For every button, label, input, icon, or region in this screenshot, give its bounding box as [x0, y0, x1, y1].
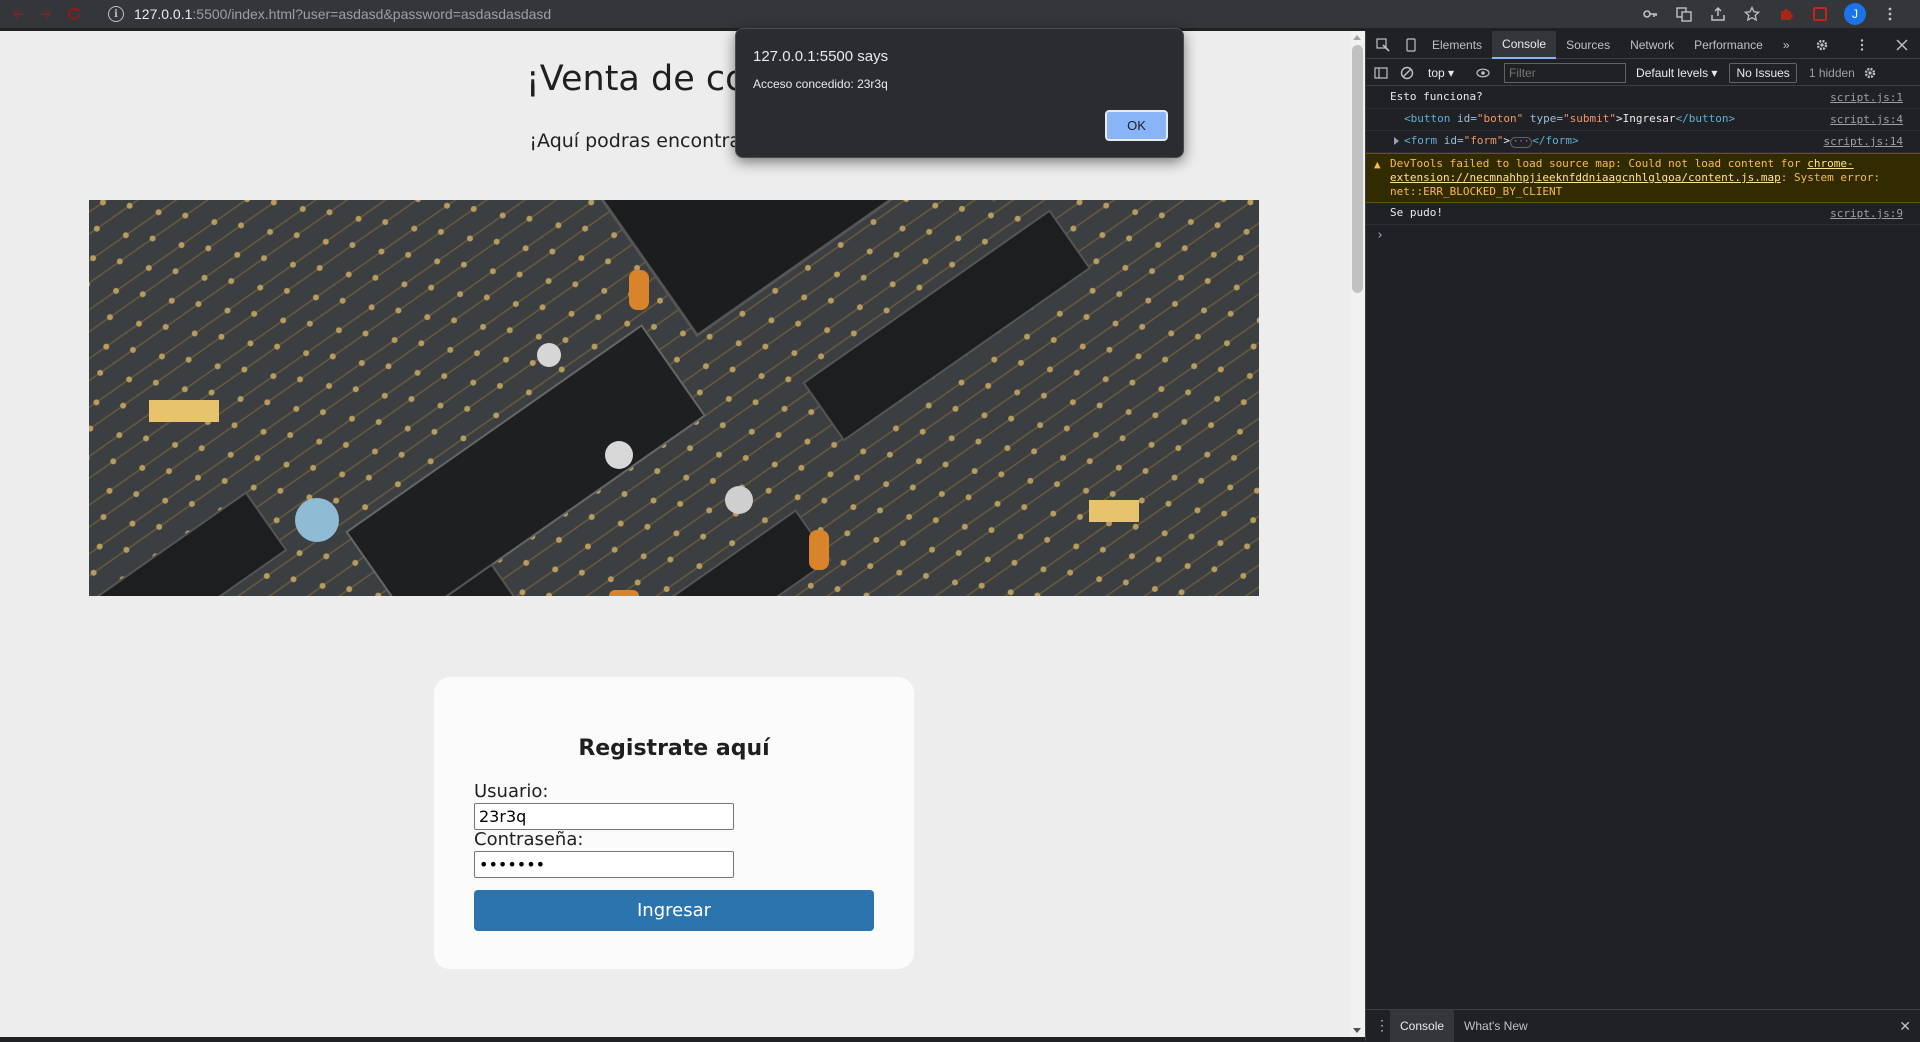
- warning-icon: ▲: [1374, 158, 1381, 171]
- dialog-title: 127.0.0.1:5500 says: [753, 48, 889, 65]
- console-settings-gear-icon[interactable]: [1859, 62, 1881, 84]
- profile-avatar[interactable]: J: [1844, 3, 1866, 25]
- expand-caret-icon[interactable]: [1394, 137, 1399, 145]
- password-label: Contraseña:: [474, 829, 584, 850]
- context-value: top: [1428, 65, 1445, 80]
- issues-button[interactable]: No Issues: [1729, 62, 1797, 83]
- console-prompt[interactable]: ›: [1366, 225, 1920, 246]
- console-message: Se pudo! script.js:9: [1366, 203, 1920, 225]
- console-text: Se pudo!: [1390, 206, 1443, 219]
- html-tag: <form: [1404, 134, 1438, 147]
- site-info-icon[interactable]: i: [108, 6, 124, 22]
- browser-toolbar: i 127.0.0.1:5500/index.html?user=asdasd&…: [0, 0, 1920, 28]
- dialog-message: Acceso concedido: 23r3q: [753, 77, 888, 91]
- clear-console-icon[interactable]: [1396, 62, 1418, 84]
- url-host: 127.0.0.1: [134, 6, 193, 22]
- tab-console[interactable]: Console: [1492, 30, 1557, 59]
- menu-kebab-icon[interactable]: [1880, 4, 1900, 24]
- register-form-card: Registrate aquí Usuario: Contraseña: Ing…: [434, 677, 914, 969]
- tab-performance[interactable]: Performance: [1684, 31, 1773, 59]
- password-input[interactable]: [474, 851, 734, 878]
- reload-button[interactable]: [64, 4, 84, 24]
- url-path: :5500/index.html?user=asdasd&password=as…: [192, 6, 552, 22]
- scroll-thumb[interactable]: [1352, 45, 1363, 293]
- devtools-menu-icon[interactable]: [1851, 34, 1873, 56]
- toolbar-actions: J: [1640, 2, 1900, 26]
- source-link[interactable]: script.js:1: [1830, 91, 1903, 105]
- user-label: Usuario:: [474, 781, 549, 802]
- devtools-drawer-bar: ⋮ Console What's New ✕: [1366, 1009, 1920, 1042]
- log-levels-value: Default levels: [1636, 65, 1709, 80]
- device-toolbar-icon[interactable]: [1400, 34, 1422, 56]
- circuit-board-image: [89, 200, 1259, 596]
- source-link[interactable]: script.js:4: [1830, 113, 1903, 127]
- scroll-up-arrow-icon[interactable]: [1353, 35, 1361, 40]
- web-page: ¡Venta de compo ¡Aquí podras encontrar t…: [0, 31, 1365, 1037]
- drawer-tab-console[interactable]: Console: [1390, 1009, 1455, 1042]
- settings-gear-icon[interactable]: [1811, 34, 1833, 56]
- devtools-panel: Elements Console Sources Network Perform…: [1365, 30, 1920, 1042]
- back-button[interactable]: [8, 4, 28, 24]
- live-expression-eye-icon[interactable]: [1472, 62, 1494, 84]
- source-link[interactable]: script.js:9: [1830, 207, 1903, 221]
- forward-button[interactable]: [36, 4, 56, 24]
- scroll-down-arrow-icon[interactable]: [1353, 1028, 1361, 1033]
- back-arrow-icon: [12, 9, 23, 19]
- warning-text: DevTools failed to load source map: Coul…: [1390, 157, 1808, 170]
- context-select[interactable]: top ▾: [1428, 66, 1468, 80]
- form-title: Registrate aquí: [578, 736, 770, 761]
- console-warning: ▲ DevTools failed to load source map: Co…: [1366, 153, 1920, 203]
- console-message: <button id="boton" type="submit">Ingresa…: [1366, 109, 1920, 131]
- address-bar[interactable]: i 127.0.0.1:5500/index.html?user=asdasd&…: [108, 2, 1628, 26]
- hidden-count: 1 hidden: [1808, 65, 1855, 80]
- collapsed-ellipsis[interactable]: ···: [1510, 137, 1533, 148]
- console-text: Esto funciona?: [1390, 90, 1483, 103]
- html-attr-value: "form": [1463, 134, 1504, 147]
- console-message[interactable]: <form id="form"> ··· </form> script.js:14: [1366, 131, 1920, 153]
- console-filter-input[interactable]: [1504, 62, 1627, 83]
- extension-puzzle-icon[interactable]: [1776, 4, 1796, 24]
- share-icon[interactable]: [1708, 4, 1728, 24]
- drawer-tab-whats-new[interactable]: What's New: [1454, 1010, 1538, 1042]
- reload-icon: [68, 7, 80, 20]
- dialog-ok-button[interactable]: OK: [1104, 109, 1169, 142]
- forward-arrow-icon: [41, 9, 52, 19]
- more-tabs-chevron-icon[interactable]: »: [1773, 31, 1800, 59]
- console-output: Esto funciona? script.js:1 <button id="b…: [1366, 87, 1920, 987]
- html-text: >: [1503, 134, 1510, 147]
- html-attr: type=: [1529, 112, 1563, 125]
- user-input[interactable]: [474, 803, 734, 830]
- console-message: Esto funciona? script.js:1: [1366, 87, 1920, 109]
- extension-red-icon[interactable]: [1810, 4, 1830, 24]
- drawer-menu-icon[interactable]: ⋮: [1374, 1017, 1390, 1034]
- html-tag-close: </form>: [1532, 134, 1579, 147]
- source-link[interactable]: script.js:14: [1824, 135, 1903, 149]
- devtools-tabbar: Elements Console Sources Network Perform…: [1366, 30, 1920, 59]
- html-attr-value: "submit": [1562, 112, 1616, 125]
- console-filter-bar: top ▾ Default levels ▾ No Issues 1 hidde…: [1366, 60, 1920, 86]
- html-attr: id=: [1443, 134, 1464, 147]
- sidebar-toggle-icon[interactable]: [1370, 62, 1392, 84]
- tab-elements[interactable]: Elements: [1422, 31, 1492, 59]
- close-drawer-icon[interactable]: ✕: [1899, 1018, 1911, 1035]
- tab-network[interactable]: Network: [1620, 31, 1684, 59]
- log-levels-dropdown[interactable]: Default levels ▾: [1636, 66, 1717, 80]
- bookmark-star-icon[interactable]: [1742, 4, 1762, 24]
- html-attr: id=: [1456, 112, 1477, 125]
- html-text: >Ingresar: [1615, 112, 1676, 125]
- alert-dialog: 127.0.0.1:5500 says Acceso concedido: 23…: [735, 28, 1184, 158]
- html-tag: <button: [1404, 112, 1451, 125]
- circuit-board-illustration: [89, 200, 1259, 596]
- submit-button[interactable]: Ingresar: [474, 890, 874, 931]
- inspect-element-icon[interactable]: [1372, 34, 1394, 56]
- translate-icon[interactable]: [1674, 4, 1694, 24]
- page-scrollbar[interactable]: [1350, 31, 1365, 1037]
- html-tag-close: </button>: [1675, 112, 1736, 125]
- key-icon[interactable]: [1640, 4, 1660, 24]
- html-attr-value: "boton": [1476, 112, 1524, 125]
- close-devtools-icon[interactable]: [1891, 34, 1913, 56]
- tab-sources[interactable]: Sources: [1556, 31, 1620, 59]
